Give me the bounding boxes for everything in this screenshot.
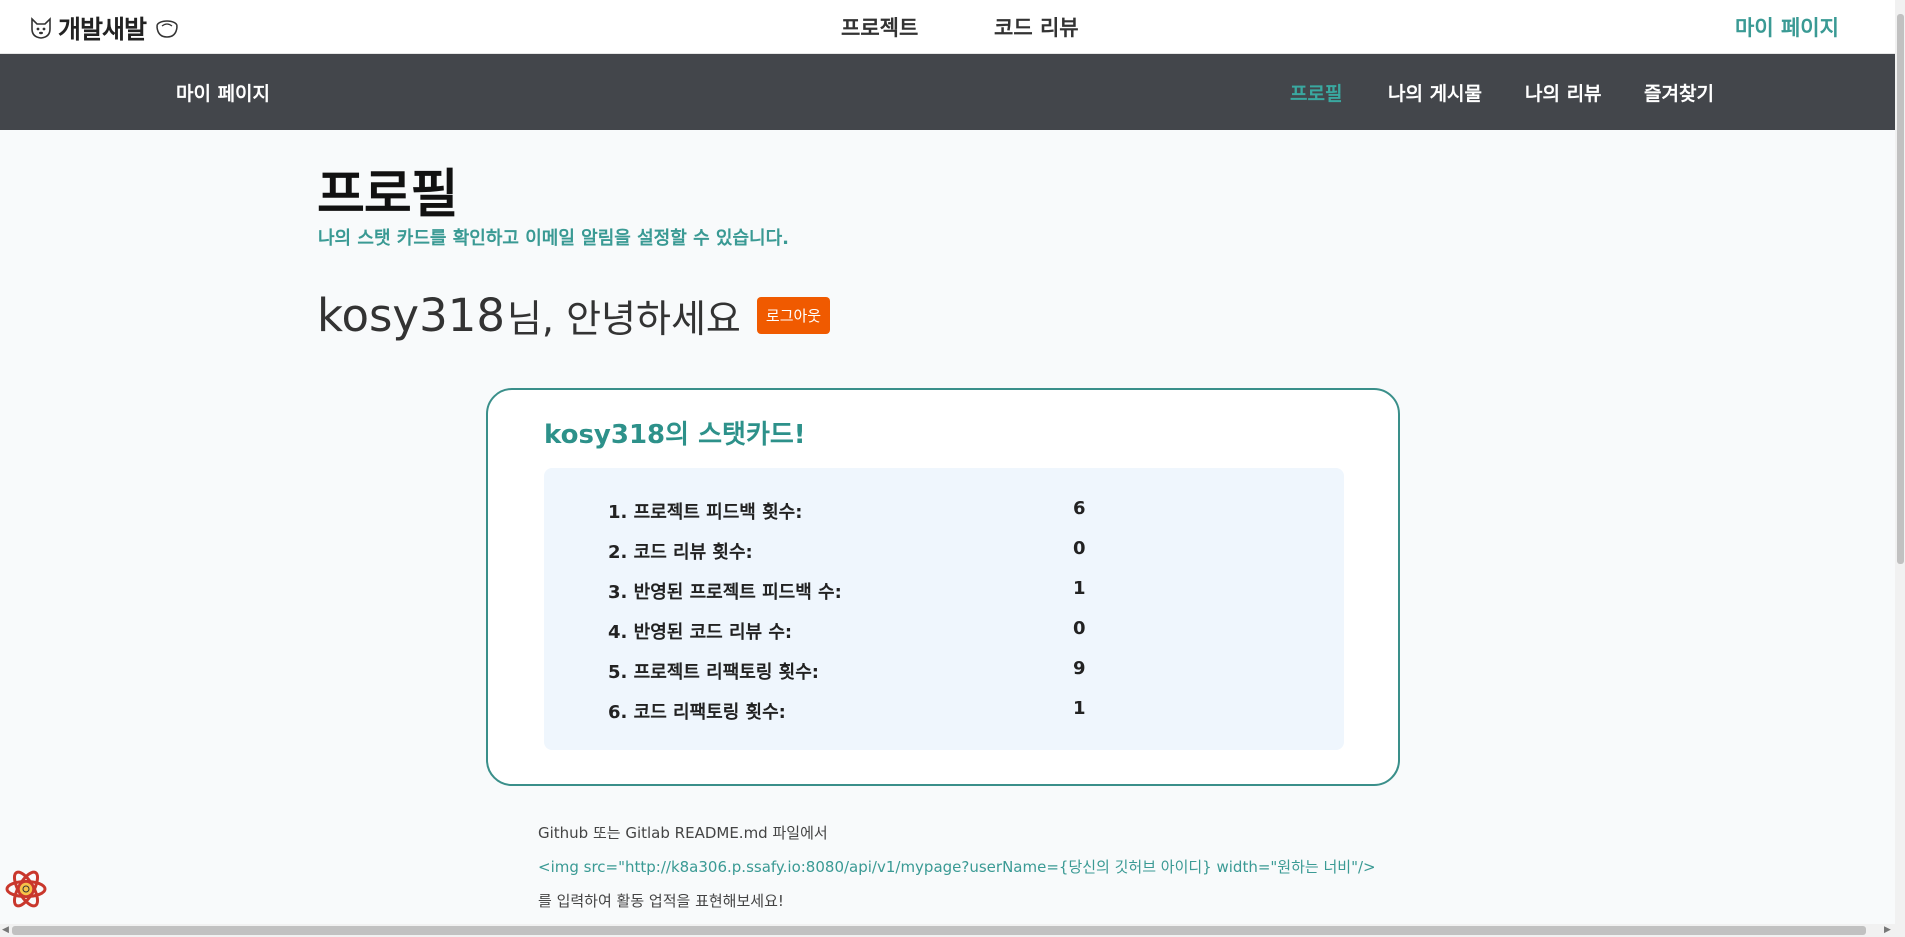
- greeting-text: 님, 안녕하세요: [506, 297, 741, 341]
- mypage-subnav: 마이 페이지 프로필 나의 게시물 나의 리뷰 즐겨찾기: [0, 54, 1895, 130]
- stat-row: 3. 반영된 프로젝트 피드백 수: 1: [608, 578, 1308, 608]
- nav-mypage[interactable]: 마이 페이지: [1735, 12, 1839, 42]
- vertical-scroll-thumb[interactable]: [1897, 14, 1904, 564]
- greeting-username: kosy318: [317, 289, 505, 342]
- logout-button[interactable]: 로그아웃: [756, 297, 831, 334]
- stat-row: 1. 프로젝트 피드백 횟수: 6: [608, 498, 1308, 528]
- logo-text: 개발새발: [58, 15, 147, 44]
- stat-value: 1: [1073, 578, 1086, 599]
- nav-project[interactable]: 프로젝트: [841, 12, 918, 42]
- greeting: kosy318 님, 안녕하세요 로그아웃: [317, 288, 831, 343]
- stat-value: 6: [1073, 498, 1086, 519]
- stat-label: 5. 프로젝트 리팩토링 횟수:: [608, 662, 819, 683]
- stat-row: 6. 코드 리팩토링 횟수: 1: [608, 698, 1308, 728]
- stat-label: 6. 코드 리팩토링 횟수:: [608, 702, 786, 723]
- stat-value: 1: [1073, 698, 1086, 719]
- stat-card: kosy318의 스탯카드! 1. 프로젝트 피드백 횟수: 6 2. 코드 리…: [486, 388, 1400, 786]
- nav-code-review[interactable]: 코드 리뷰: [994, 12, 1079, 42]
- tab-my-posts[interactable]: 나의 게시물: [1388, 79, 1482, 106]
- horizontal-scroll-thumb[interactable]: [12, 926, 1866, 935]
- page-title: 프로필: [317, 165, 459, 225]
- stat-value: 9: [1073, 658, 1086, 679]
- stat-row: 5. 프로젝트 리팩토링 횟수: 9: [608, 658, 1308, 688]
- stat-card-username: kosy318: [544, 420, 666, 450]
- stat-label: 3. 반영된 프로젝트 피드백 수:: [608, 582, 842, 603]
- scroll-right-arrow-icon[interactable]: ▶: [1884, 925, 1891, 935]
- tab-favorites[interactable]: 즐겨찾기: [1644, 79, 1714, 106]
- stat-value: 0: [1073, 538, 1086, 559]
- stat-row: 2. 코드 리뷰 횟수: 0: [608, 538, 1308, 568]
- scroll-left-arrow-icon[interactable]: ◀: [2, 925, 9, 935]
- stat-list: 1. 프로젝트 피드백 횟수: 6 2. 코드 리뷰 횟수: 0 3. 반영된 …: [544, 468, 1344, 750]
- stat-label: 1. 프로젝트 피드백 횟수:: [608, 502, 803, 523]
- stat-card-title: kosy318의 스탯카드!: [544, 414, 806, 451]
- stat-value: 0: [1073, 618, 1086, 639]
- subnav-title: 마이 페이지: [176, 83, 271, 105]
- tab-my-reviews[interactable]: 나의 리뷰: [1525, 79, 1602, 106]
- stat-row: 4. 반영된 코드 리뷰 수: 0: [608, 618, 1308, 648]
- bowl-icon: [156, 20, 178, 38]
- readme-embed-code[interactable]: <img src="http://k8a306.p.ssafy.io:8080/…: [538, 856, 1376, 877]
- readme-instruction: Github 또는 Gitlab README.md 파일에서: [538, 824, 828, 842]
- site-logo[interactable]: 개발새발: [28, 10, 180, 46]
- readme-instruction-end: 를 입력하여 활동 업적을 표현해보세요!: [538, 892, 784, 910]
- stat-label: 2. 코드 리뷰 횟수:: [608, 542, 753, 563]
- tab-profile[interactable]: 프로필: [1290, 79, 1342, 106]
- stat-label: 4. 반영된 코드 리뷰 수:: [608, 622, 793, 643]
- page-subtitle: 나의 스탯 카드를 확인하고 이메일 알림을 설정할 수 있습니다.: [318, 228, 789, 249]
- stat-card-title-suffix: 의 스탯카드!: [665, 420, 806, 450]
- dog-logo-icon: [31, 17, 51, 39]
- react-icon[interactable]: [4, 867, 48, 911]
- top-navbar: 개발새발 프로젝트 코드 리뷰 마이 페이지: [0, 0, 1895, 54]
